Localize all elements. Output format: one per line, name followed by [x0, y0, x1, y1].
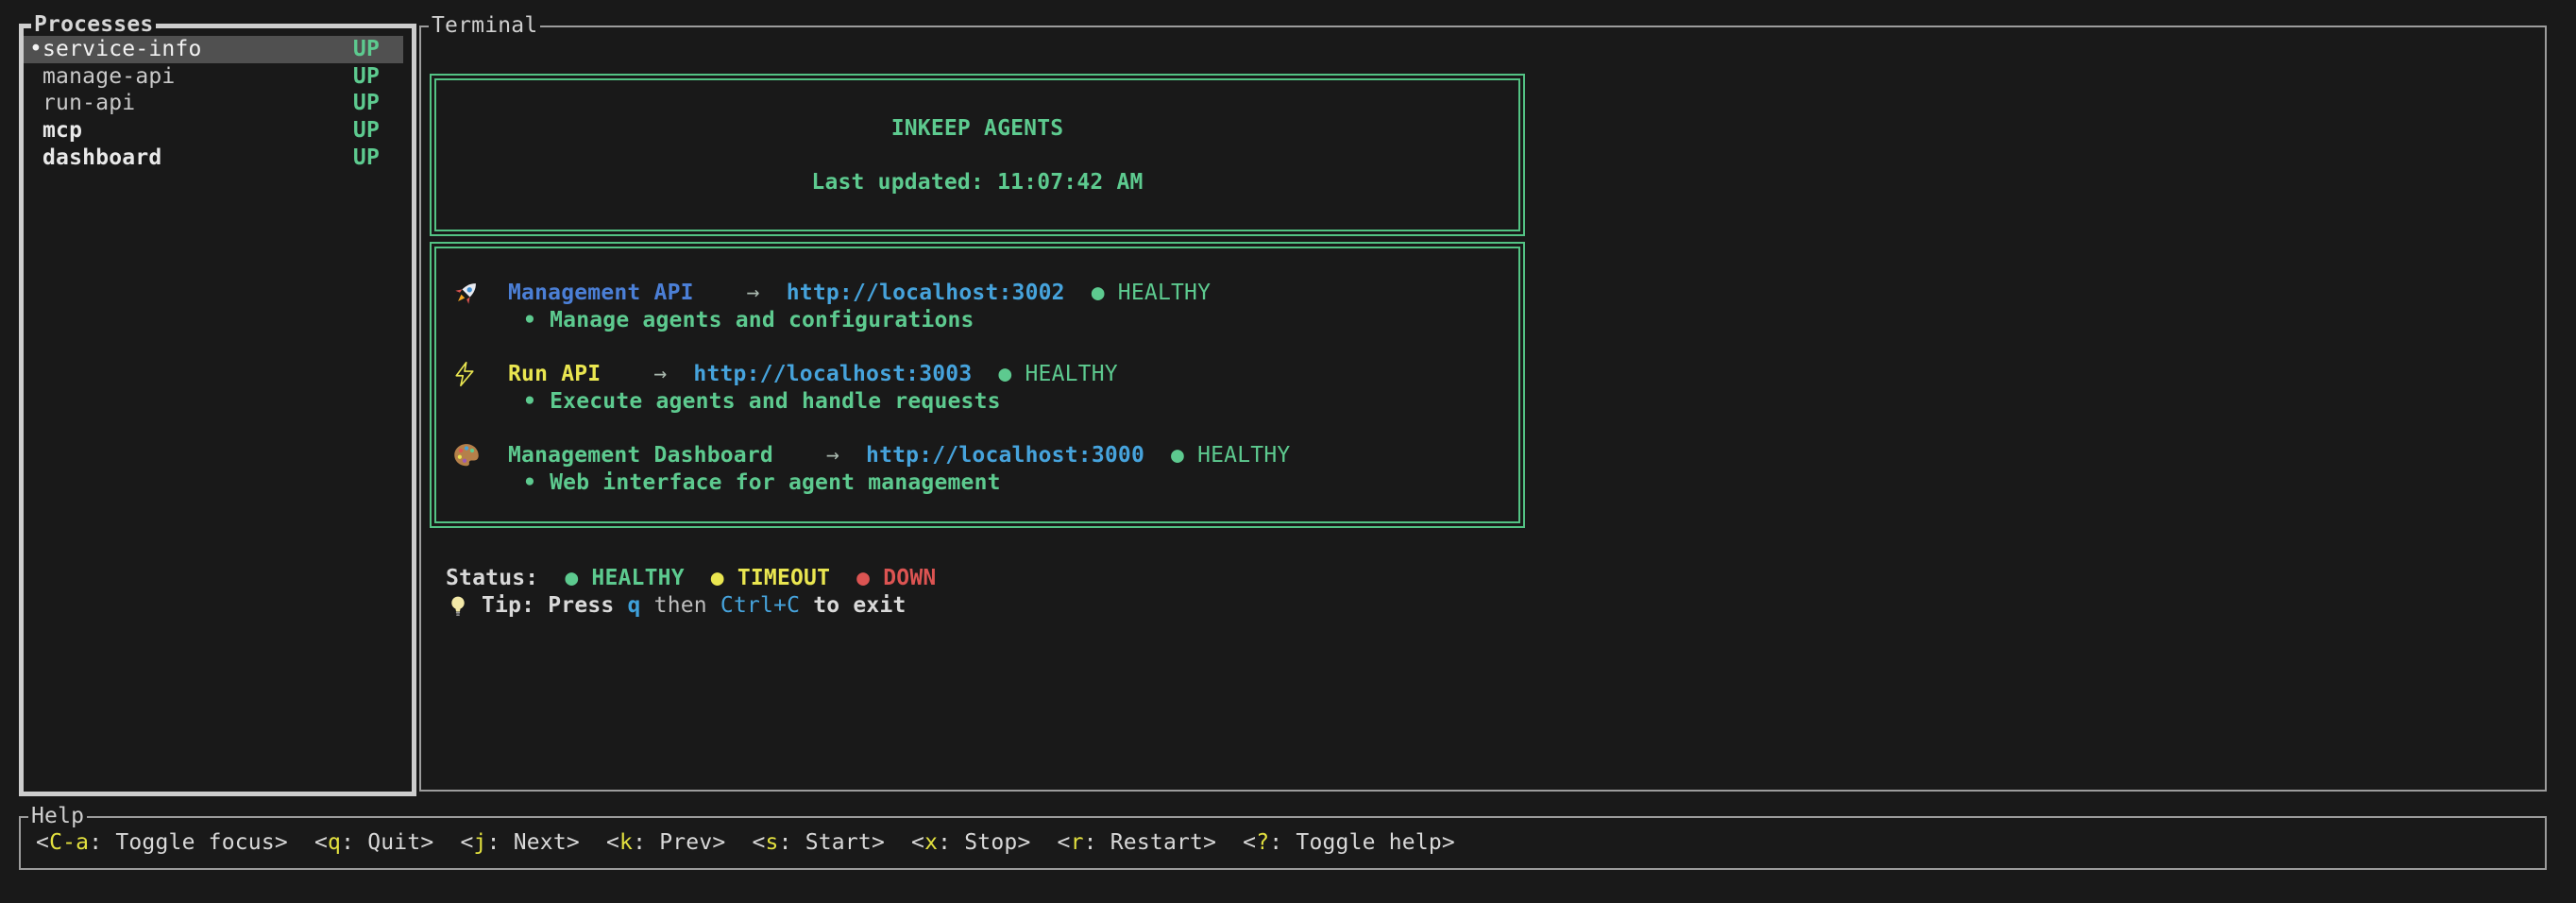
inkeep-header-box: INKEEP AGENTS Last updated: 11:07:42 AM: [430, 74, 1525, 236]
help-panel: Help <C-a: Toggle focus> <q: Quit> <j: N…: [19, 816, 2547, 870]
shortcut-key: j: [474, 830, 487, 855]
service-description: • Web interface for agent management: [451, 469, 1509, 497]
rocket-icon: [451, 278, 508, 308]
status-legend: Status: ● HEALTHY ● TIMEOUT ● DOWN: [446, 565, 936, 592]
process-row-manage-api[interactable]: manage-api UP: [24, 63, 403, 91]
arrow-icon: →: [747, 280, 760, 307]
tip-key-q: q: [628, 592, 641, 620]
shortcut-label: Next: [514, 830, 567, 855]
service-description: • Execute agents and handle requests: [451, 388, 1509, 416]
process-row-service-info[interactable]: • service-info UP: [24, 36, 403, 63]
shortcut-toggle-focus: <C-a: Toggle focus>: [36, 829, 288, 857]
shortcut-label: Stop: [964, 830, 1017, 855]
tip-text: then: [641, 592, 720, 620]
terminal-panel: Terminal INKEEP AGENTS Last updated: 11:…: [419, 26, 2547, 792]
down-dot-icon: ●: [856, 566, 870, 590]
process-status-badge: UP: [353, 63, 380, 91]
selected-marker: •: [29, 36, 42, 63]
service-url[interactable]: http://localhost:3002: [787, 280, 1065, 307]
arrow-icon: →: [826, 442, 839, 469]
process-list: • service-info UP manage-api UP run-api …: [24, 28, 412, 171]
health-dot-icon: ●: [998, 361, 1011, 388]
service-health-label: HEALTHY: [1025, 361, 1117, 388]
shortcut-label: Toggle help: [1296, 830, 1442, 855]
shortcut-prev: <k: Prev>: [606, 829, 726, 857]
help-panel-title: Help: [28, 803, 87, 830]
service-name: Management Dashboard: [508, 442, 773, 469]
lightbulb-icon: [446, 591, 482, 620]
lightning-icon: [451, 360, 508, 388]
process-status-badge: UP: [353, 117, 380, 145]
tip-key-ctrl-c: Ctrl+C: [720, 592, 800, 620]
last-updated-text: Last updated: 11:07:42 AM: [436, 169, 1518, 196]
shortcut-toggle-help: <?: Toggle help>: [1243, 829, 1455, 857]
process-status-badge: UP: [353, 36, 380, 63]
legend-label: DOWN: [883, 566, 936, 590]
shortcut-next: <j: Next>: [460, 829, 580, 857]
shortcut-label: Quit: [367, 830, 420, 855]
shortcut-start: <s: Start>: [752, 829, 885, 857]
service-name: Run API: [508, 361, 601, 388]
legend-item-timeout: ● TIMEOUT: [711, 565, 830, 592]
process-name: manage-api: [42, 63, 175, 91]
shortcut-stop: <x: Stop>: [911, 829, 1031, 857]
process-row-run-api[interactable]: run-api UP: [24, 90, 403, 117]
help-shortcuts: <C-a: Toggle focus> <q: Quit> <j: Next> …: [21, 818, 2545, 868]
service-health-label: HEALTHY: [1197, 442, 1290, 469]
process-name: mcp: [42, 117, 82, 145]
shortcut-restart: <r: Restart>: [1058, 829, 1217, 857]
process-status-badge: UP: [353, 145, 380, 172]
arrow-icon: →: [653, 361, 667, 388]
palette-icon: [451, 441, 508, 469]
service-entry-management-api: Management API → http://localhost:3002 ●…: [451, 280, 1509, 361]
health-dot-icon: ●: [1092, 280, 1105, 307]
blank-line: [451, 415, 1509, 442]
terminal-panel-title: Terminal: [429, 12, 540, 40]
service-url[interactable]: http://localhost:3000: [866, 442, 1144, 469]
processes-panel-title: Processes: [31, 11, 156, 39]
service-name: Management API: [508, 280, 694, 307]
service-description: • Manage agents and configurations: [451, 307, 1509, 334]
process-row-dashboard[interactable]: dashboard UP: [24, 145, 403, 172]
services-box: Management API → http://localhost:3002 ●…: [430, 242, 1525, 528]
shortcut-key: q: [328, 830, 341, 855]
shortcut-label: Toggle focus: [115, 830, 275, 855]
shortcut-key: s: [766, 830, 779, 855]
process-name: dashboard: [42, 145, 161, 172]
process-name: run-api: [42, 90, 135, 117]
process-row-mcp[interactable]: mcp UP: [24, 117, 403, 145]
timeout-dot-icon: ●: [711, 566, 724, 590]
process-name: service-info: [42, 36, 202, 63]
health-dot-icon: ●: [1171, 442, 1184, 469]
tip-text: Tip: Press: [482, 592, 628, 620]
shortcut-label: Prev: [659, 830, 712, 855]
service-health-label: HEALTHY: [1118, 280, 1211, 307]
status-legend-label: Status:: [446, 565, 538, 592]
tip-text: to exit: [800, 592, 906, 620]
shortcut-key: x: [924, 830, 938, 855]
service-url[interactable]: http://localhost:3003: [693, 361, 972, 388]
shortcut-key: C-a: [49, 830, 89, 855]
process-status-badge: UP: [353, 90, 380, 117]
processes-panel: Processes • service-info UP manage-api U…: [19, 24, 416, 796]
legend-item-healthy: ● HEALTHY: [565, 565, 684, 592]
service-entry-management-dashboard: Management Dashboard → http://localhost:…: [451, 442, 1509, 496]
shortcut-label: Start: [805, 830, 872, 855]
shortcut-key: k: [619, 830, 633, 855]
legend-item-down: ● DOWN: [856, 565, 936, 592]
tip-line: Tip: Press q then Ctrl+C to exit: [446, 592, 907, 620]
shortcut-key: ?: [1256, 830, 1269, 855]
shortcut-label: Restart: [1110, 830, 1203, 855]
shortcut-key: r: [1071, 830, 1084, 855]
healthy-dot-icon: ●: [565, 566, 578, 590]
app-title: INKEEP AGENTS: [436, 115, 1518, 143]
mprocs-terminal-app: { "colors": { "background": "#191919", "…: [0, 0, 2576, 903]
legend-label: HEALTHY: [591, 566, 684, 590]
service-entry-run-api: Run API → http://localhost:3003 ● HEALTH…: [451, 361, 1509, 442]
legend-label: TIMEOUT: [737, 566, 830, 590]
blank-line: [436, 143, 1518, 170]
shortcut-quit: <q: Quit>: [314, 829, 434, 857]
blank-line: [451, 333, 1509, 361]
